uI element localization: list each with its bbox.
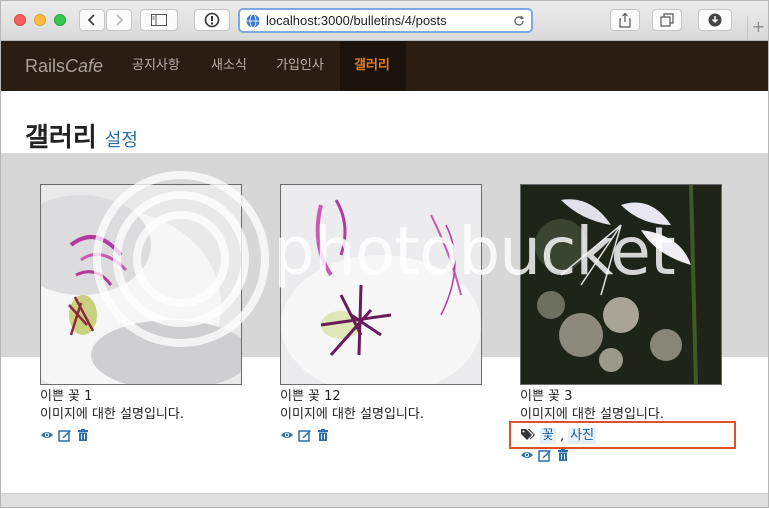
share-icon — [619, 12, 631, 28]
browser-toolbar: localhost:3000/bulletins/4/posts + — [1, 1, 768, 41]
post-actions — [520, 448, 722, 462]
downloads-button[interactable] — [698, 9, 732, 31]
brand-logo[interactable]: RailsCafe — [25, 41, 103, 91]
flower-image — [41, 185, 241, 384]
edit-icon[interactable] — [538, 448, 552, 462]
share-button[interactable] — [610, 9, 640, 31]
nav-item-gallery[interactable]: 갤러리 — [340, 41, 406, 91]
post-thumbnail[interactable] — [280, 184, 482, 385]
post-description: 이미지에 대한 설명입니다. — [280, 407, 424, 422]
brand-prefix: Rails — [25, 56, 66, 76]
download-icon — [708, 13, 722, 27]
chevron-right-icon — [116, 14, 124, 26]
post-title[interactable]: 이쁜 꽃 12 — [280, 388, 482, 406]
sidebar-icon — [151, 14, 167, 26]
privacy-report-button[interactable] — [194, 9, 230, 31]
highlight-annotation — [509, 421, 736, 449]
eye-icon[interactable] — [280, 428, 294, 442]
post-title[interactable]: 이쁜 꽃 1 — [40, 388, 242, 406]
tabs-icon — [660, 13, 674, 27]
flower-image — [521, 185, 721, 384]
browser-window: localhost:3000/bulletins/4/posts + Rails… — [0, 0, 769, 508]
eye-icon[interactable] — [40, 428, 54, 442]
chevron-left-icon — [87, 14, 95, 26]
edit-icon[interactable] — [58, 428, 72, 442]
forward-button[interactable] — [106, 9, 132, 31]
close-window-button[interactable] — [14, 14, 26, 26]
reload-icon[interactable] — [513, 15, 525, 27]
trash-icon[interactable] — [316, 428, 330, 442]
post-thumbnail[interactable] — [520, 184, 722, 385]
nav-item-news[interactable]: 새소식 — [197, 41, 261, 91]
eye-icon[interactable] — [520, 448, 534, 462]
info-circle-icon — [204, 12, 220, 28]
maximize-window-button[interactable] — [54, 14, 66, 26]
minimize-window-button[interactable] — [34, 14, 46, 26]
url-text: localhost:3000/bulletins/4/posts — [266, 13, 447, 28]
settings-link[interactable]: 설정 — [105, 126, 138, 152]
post-title[interactable]: 이쁜 꽃 3 — [520, 388, 722, 406]
flower-image — [281, 185, 481, 384]
page-heading: 갤러리 설정 — [25, 117, 138, 154]
nav-item-notices[interactable]: 공지사항 — [118, 41, 194, 91]
page-title: 갤러리 — [25, 123, 97, 153]
window-bottom-edge — [1, 493, 768, 507]
sidebar-button[interactable] — [140, 9, 178, 31]
post-actions — [40, 428, 242, 442]
post-thumbnail[interactable] — [40, 184, 242, 385]
address-bar[interactable]: localhost:3000/bulletins/4/posts — [238, 8, 533, 33]
post-card: 이쁜 꽃 1 이미지에 대한 설명입니다. — [40, 184, 242, 442]
back-button[interactable] — [79, 9, 105, 31]
brand-suffix: Cafe — [65, 56, 104, 76]
nav-item-greetings[interactable]: 가입인사 — [262, 41, 338, 91]
post-card: 이쁜 꽃 12 이미지에 대한 설명입니다. — [280, 184, 482, 442]
post-description: 이미지에 대한 설명입니다. — [40, 407, 184, 422]
post-actions — [280, 428, 482, 442]
trash-icon[interactable] — [76, 428, 90, 442]
edit-icon[interactable] — [298, 428, 312, 442]
show-tabs-button[interactable] — [652, 9, 682, 31]
globe-icon — [246, 13, 260, 28]
new-tab-button[interactable]: + — [747, 16, 769, 40]
trash-icon[interactable] — [556, 448, 570, 462]
app-navbar: RailsCafe 공지사항 새소식 가입인사 갤러리 — [1, 41, 768, 91]
